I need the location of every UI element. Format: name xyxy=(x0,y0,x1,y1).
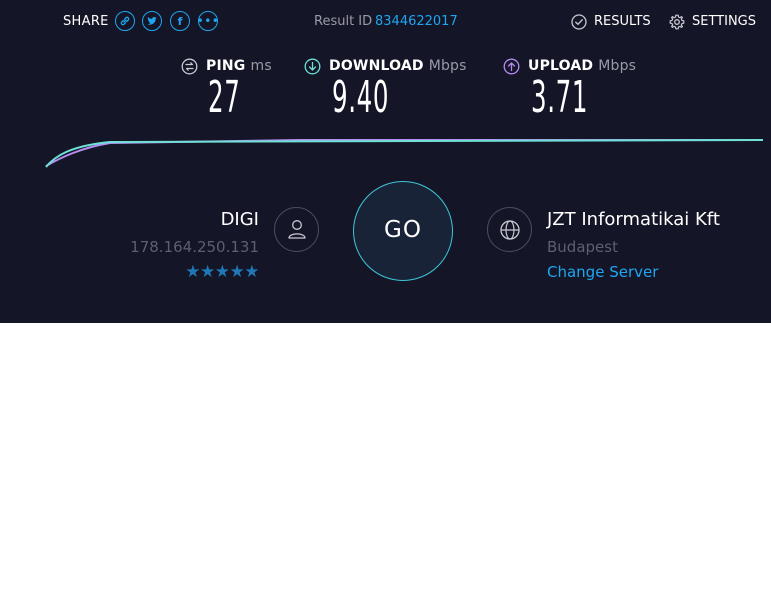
go-button[interactable]: GO xyxy=(353,181,453,281)
ping-unit: ms xyxy=(250,58,272,74)
ping-value: 27 xyxy=(208,72,241,123)
more-icon[interactable]: ••• xyxy=(197,11,219,31)
twitter-icon[interactable] xyxy=(142,11,162,31)
facebook-icon[interactable]: f xyxy=(170,11,190,31)
isp-ip: 178.164.250.131 xyxy=(130,238,259,256)
link-icon[interactable] xyxy=(115,11,135,31)
download-graph-line xyxy=(45,139,764,168)
upload-unit: Mbps xyxy=(598,58,637,74)
upload-icon xyxy=(503,58,520,79)
results-check-icon[interactable] xyxy=(571,14,587,34)
result-id-value[interactable]: 8344622017 xyxy=(375,14,458,29)
upload-value: 3.71 xyxy=(531,72,589,123)
share-label: SHARE xyxy=(63,14,109,29)
speedtest-panel: SHARE f ••• Result ID 8344622017 RESULTS… xyxy=(0,0,771,323)
isp-rating-stars: ★★★★★ xyxy=(185,262,259,282)
download-unit: Mbps xyxy=(428,58,467,74)
results-link[interactable]: RESULTS xyxy=(594,14,651,29)
go-button-label: GO xyxy=(384,217,422,243)
change-server-link[interactable]: Change Server xyxy=(547,263,658,281)
download-value: 9.40 xyxy=(332,72,390,123)
settings-link[interactable]: SETTINGS xyxy=(692,14,756,29)
download-icon xyxy=(304,58,321,79)
speed-graph xyxy=(45,139,764,168)
result-id-label: Result ID xyxy=(314,14,373,29)
gear-icon[interactable] xyxy=(669,14,685,34)
upload-graph-line xyxy=(45,139,763,167)
globe-icon[interactable] xyxy=(487,207,532,252)
server-city: Budapest xyxy=(547,238,618,256)
isp-name: DIGI xyxy=(220,209,259,230)
ping-icon xyxy=(181,58,198,79)
server-name: JZT Informatikai Kft xyxy=(547,209,720,230)
user-icon[interactable] xyxy=(274,207,319,252)
